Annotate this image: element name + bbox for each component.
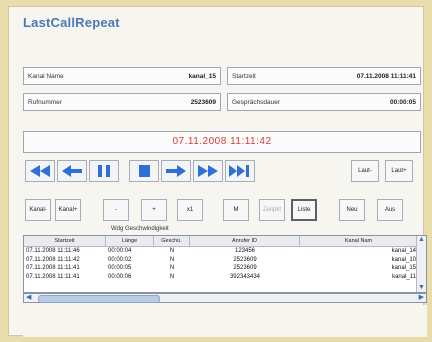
mark-button[interactable]: M bbox=[223, 199, 249, 221]
cell-geschue: N bbox=[169, 256, 175, 263]
table-row[interactable]: 07.11.2008 11:11:42 00:00:02 N 2523609 k… bbox=[24, 256, 426, 265]
pause-button[interactable] bbox=[89, 160, 119, 182]
cell-startzeit: 07.11.2008 11:11:42 bbox=[26, 256, 80, 263]
column-header[interactable]: Startzeit bbox=[24, 236, 106, 246]
cell-anrufer-id: 123456 bbox=[234, 248, 256, 254]
rufnummer-field: Rufnummer 2523609 bbox=[23, 93, 221, 111]
gespraechsdauer-field: Gesprächsdauer 00:00:05 bbox=[227, 93, 421, 111]
cell-kanal-name: kanal_11 bbox=[392, 273, 416, 280]
kanal-name-value: kanal_15 bbox=[188, 73, 216, 80]
column-header[interactable]: Geschü. bbox=[154, 236, 190, 246]
cell-anrufer-id: 2523609 bbox=[233, 256, 257, 263]
scroll-down-icon[interactable]: ▼ bbox=[418, 284, 425, 292]
volume-down-button[interactable]: Laut- bbox=[351, 160, 379, 182]
arrow-right-icon bbox=[166, 165, 186, 177]
scrollbar-thumb[interactable] bbox=[38, 295, 160, 303]
column-header[interactable]: Länge bbox=[106, 236, 154, 246]
speed-x1-button[interactable]: x1 bbox=[177, 199, 203, 221]
cell-startzeit: 07.11.2008 11:11:41 bbox=[26, 273, 80, 280]
vertical-scrollbar[interactable]: ▲ ▼ bbox=[416, 236, 426, 292]
speed-minus-button[interactable]: - bbox=[103, 199, 129, 221]
speed-plus-button[interactable]: + bbox=[141, 199, 167, 221]
rewind-fast-icon bbox=[30, 165, 50, 177]
cell-geschue: N bbox=[169, 273, 175, 280]
skip-end-button[interactable] bbox=[225, 160, 255, 182]
kanal-minus-button[interactable]: Kanal- bbox=[25, 199, 51, 221]
scroll-left-icon[interactable]: ◀ bbox=[26, 294, 31, 302]
cell-kanal-name: kanal_14 bbox=[391, 248, 416, 254]
table-row[interactable]: 07.11.2008 11:11:46 00:00:04 N 123456 ka… bbox=[24, 247, 426, 256]
bottom-panel bbox=[23, 305, 427, 337]
kanal-plus-button[interactable]: Kanal+ bbox=[55, 199, 81, 221]
table-header: Startzeit Länge Geschü. Anrufer ID Kanal… bbox=[24, 236, 426, 247]
cell-geschue: N bbox=[169, 265, 175, 271]
step-back-button[interactable] bbox=[57, 160, 87, 182]
cell-anrufer-id: 2523609 bbox=[233, 265, 257, 271]
fast-forward-button[interactable] bbox=[193, 160, 223, 182]
arrow-left-icon bbox=[62, 165, 82, 177]
startzeit-label: Startzeit bbox=[232, 73, 256, 80]
table-row[interactable]: 07.11.2008 11:11:41 00:00:06 N 392343434… bbox=[24, 273, 426, 282]
rewind-fast-button[interactable] bbox=[25, 160, 55, 182]
scroll-right-icon[interactable]: ▶ bbox=[419, 294, 424, 302]
cell-laenge: 00:00:06 bbox=[108, 273, 132, 280]
table-row[interactable]: 07.11.2008 11:11:41 00:00:05 N 2523609 k… bbox=[24, 264, 426, 273]
cell-laenge: 00:00:05 bbox=[108, 265, 132, 271]
stop-button[interactable] bbox=[129, 160, 159, 182]
cell-kanal-name: kanal_10 bbox=[391, 256, 416, 263]
cell-laenge: 00:00:02 bbox=[108, 256, 132, 263]
step-forward-button[interactable] bbox=[161, 160, 191, 182]
startzeit-field: Startzeit 07.11.2008 11:11:41 bbox=[227, 67, 421, 85]
neu-button[interactable]: Neu bbox=[339, 199, 365, 221]
liste-button[interactable]: Liste bbox=[291, 199, 317, 221]
cell-anrufer-id: 392343434 bbox=[229, 273, 261, 280]
aus-button[interactable]: Aus bbox=[377, 199, 403, 221]
cell-kanal-name: kanal_15 bbox=[391, 265, 416, 271]
zeitpunkt-button[interactable]: Zeitpkt bbox=[259, 199, 285, 221]
skip-end-icon bbox=[229, 165, 249, 177]
speed-label: Wdg Geschwindigkeit bbox=[111, 226, 169, 232]
column-header[interactable]: Anrufer ID bbox=[190, 236, 300, 246]
gespraechsdauer-label: Gesprächsdauer bbox=[232, 99, 281, 106]
cell-geschue: N bbox=[169, 248, 175, 254]
scroll-up-icon[interactable]: ▲ bbox=[418, 236, 425, 244]
volume-up-button[interactable]: Laut+ bbox=[385, 160, 413, 182]
call-list-table[interactable]: Startzeit Länge Geschü. Anrufer ID Kanal… bbox=[23, 235, 427, 293]
app-window: LastCallRepeat Kanal Name kanal_15 Start… bbox=[8, 6, 427, 337]
rufnummer-value: 2523609 bbox=[190, 99, 216, 106]
horizontal-scrollbar[interactable]: ◀ ▶ bbox=[23, 293, 427, 303]
rufnummer-label: Rufnummer bbox=[28, 99, 62, 106]
stop-icon bbox=[139, 165, 150, 177]
kanal-name-field: Kanal Name kanal_15 bbox=[23, 67, 221, 85]
kanal-name-label: Kanal Name bbox=[28, 73, 64, 80]
fast-forward-icon bbox=[198, 165, 218, 177]
gespraechsdauer-value: 00:00:05 bbox=[389, 99, 416, 106]
app-title: LastCallRepeat bbox=[23, 15, 120, 30]
startzeit-value: 07.11.2008 11:11:41 bbox=[356, 73, 416, 80]
cell-startzeit: 07.11.2008 11:11:41 bbox=[26, 265, 80, 271]
cell-startzeit: 07.11.2008 11:11:46 bbox=[26, 248, 80, 254]
cell-laenge: 00:00:04 bbox=[108, 248, 132, 254]
current-time-display: 07.11.2008 11:11:42 bbox=[23, 131, 421, 153]
pause-icon bbox=[98, 165, 110, 177]
column-header[interactable]: Kanal Nam bbox=[300, 236, 418, 246]
